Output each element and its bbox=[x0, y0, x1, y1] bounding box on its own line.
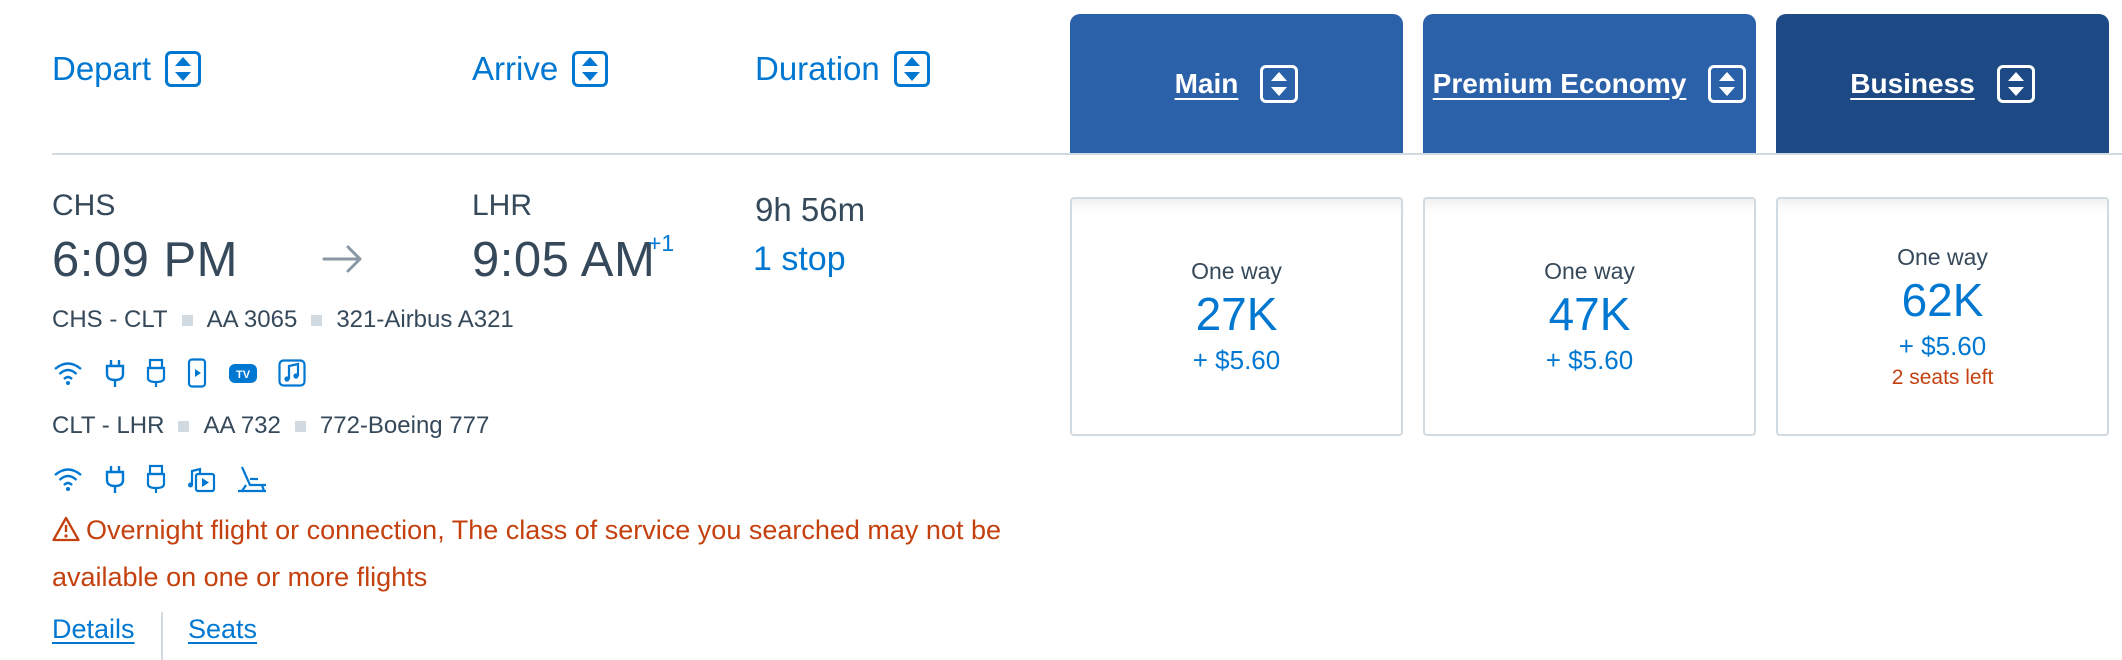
stops-link[interactable]: 1 stop bbox=[753, 240, 846, 279]
sort-icon[interactable] bbox=[1708, 65, 1747, 103]
sort-icon[interactable] bbox=[165, 51, 202, 87]
fare-option-premium-economy[interactable]: One way 47K + $5.60 bbox=[1423, 197, 1756, 436]
sort-icon[interactable] bbox=[572, 51, 609, 87]
live-tv-icon: TV bbox=[228, 361, 258, 385]
separator bbox=[294, 420, 306, 432]
depart-sort-header[interactable]: Depart bbox=[52, 50, 202, 88]
fare-option-main[interactable]: One way 27K + $5.60 bbox=[1070, 197, 1403, 436]
day-offset-badge: +1 bbox=[648, 230, 675, 256]
cabin-tab-business[interactable]: Business bbox=[1776, 14, 2109, 154]
fare-trip-type: One way bbox=[1897, 243, 1988, 270]
music-icon bbox=[278, 359, 306, 387]
sort-icon[interactable] bbox=[1996, 65, 2035, 103]
cabin-tab-main[interactable]: Main bbox=[1070, 14, 1403, 154]
link-divider bbox=[161, 612, 163, 660]
usb-icon bbox=[146, 358, 166, 388]
header-divider bbox=[52, 153, 2122, 155]
segment-1-info: CHS - CLT AA 3065 321-Airbus A321 bbox=[52, 306, 514, 334]
lie-flat-seat-icon bbox=[236, 465, 268, 493]
arrive-header-label: Arrive bbox=[472, 50, 559, 87]
segment-route: CHS - CLT bbox=[52, 306, 168, 333]
arrive-sort-header[interactable]: Arrive bbox=[472, 50, 609, 88]
segment-2-amenities bbox=[52, 464, 268, 494]
overnight-warning: Overnight flight or connection, The clas… bbox=[52, 508, 1042, 599]
segment-2-info: CLT - LHR AA 732 772-Boeing 777 bbox=[52, 412, 489, 440]
details-link[interactable]: Details bbox=[52, 614, 135, 645]
fare-taxes: + $5.60 bbox=[1192, 344, 1281, 375]
segment-aircraft: 772-Boeing 777 bbox=[319, 412, 490, 439]
tv-badge-label: TV bbox=[236, 369, 251, 381]
duration-sort-header[interactable]: Duration bbox=[755, 50, 930, 88]
fare-taxes: + $5.60 bbox=[1545, 344, 1634, 375]
destination-airport: LHR bbox=[472, 189, 533, 222]
sort-icon[interactable] bbox=[1260, 65, 1299, 103]
fare-miles: 47K bbox=[1548, 287, 1631, 340]
segment-1-amenities: TV bbox=[52, 358, 306, 388]
sort-icon[interactable] bbox=[893, 51, 930, 87]
fare-miles: 27K bbox=[1195, 287, 1278, 340]
fare-taxes: + $5.60 bbox=[1898, 330, 1987, 361]
cabin-tab-label: Main bbox=[1174, 68, 1239, 99]
separator bbox=[311, 314, 323, 326]
seats-link[interactable]: Seats bbox=[188, 614, 257, 645]
fare-option-business[interactable]: One way 62K + $5.60 2 seats left bbox=[1776, 197, 2109, 436]
power-outlet-icon bbox=[104, 464, 126, 494]
arrow-right-icon bbox=[322, 244, 364, 279]
warning-text: Overnight flight or connection, The clas… bbox=[52, 515, 1001, 592]
depart-header-label: Depart bbox=[52, 50, 152, 87]
segment-flight-number: AA 732 bbox=[203, 412, 281, 439]
usb-icon bbox=[146, 464, 166, 494]
fare-trip-type: One way bbox=[1544, 257, 1635, 284]
separator bbox=[178, 420, 190, 432]
origin-airport: CHS bbox=[52, 189, 116, 222]
wifi-icon bbox=[52, 466, 84, 492]
wifi-icon bbox=[52, 360, 84, 386]
entertainment-device-icon bbox=[186, 358, 208, 388]
arrive-time: 9:05 AM bbox=[472, 233, 656, 287]
segment-flight-number: AA 3065 bbox=[206, 306, 298, 333]
flight-duration: 9h 56m bbox=[755, 191, 866, 228]
separator bbox=[181, 314, 193, 326]
cabin-tab-premium-economy[interactable]: Premium Economy bbox=[1423, 14, 1756, 154]
cabin-tab-label: Business bbox=[1850, 68, 1975, 99]
duration-header-label: Duration bbox=[755, 50, 880, 87]
segment-aircraft: 321-Airbus A321 bbox=[336, 306, 514, 333]
fare-trip-type: One way bbox=[1191, 257, 1282, 284]
seats-left-notice: 2 seats left bbox=[1891, 365, 1994, 389]
cabin-tab-label: Premium Economy bbox=[1432, 68, 1687, 99]
warning-icon bbox=[52, 511, 80, 555]
depart-time: 6:09 PM bbox=[52, 233, 238, 287]
segment-route: CLT - LHR bbox=[52, 412, 165, 439]
fare-miles: 62K bbox=[1901, 273, 1984, 326]
power-outlet-icon bbox=[104, 358, 126, 388]
on-demand-entertainment-icon bbox=[186, 465, 216, 493]
